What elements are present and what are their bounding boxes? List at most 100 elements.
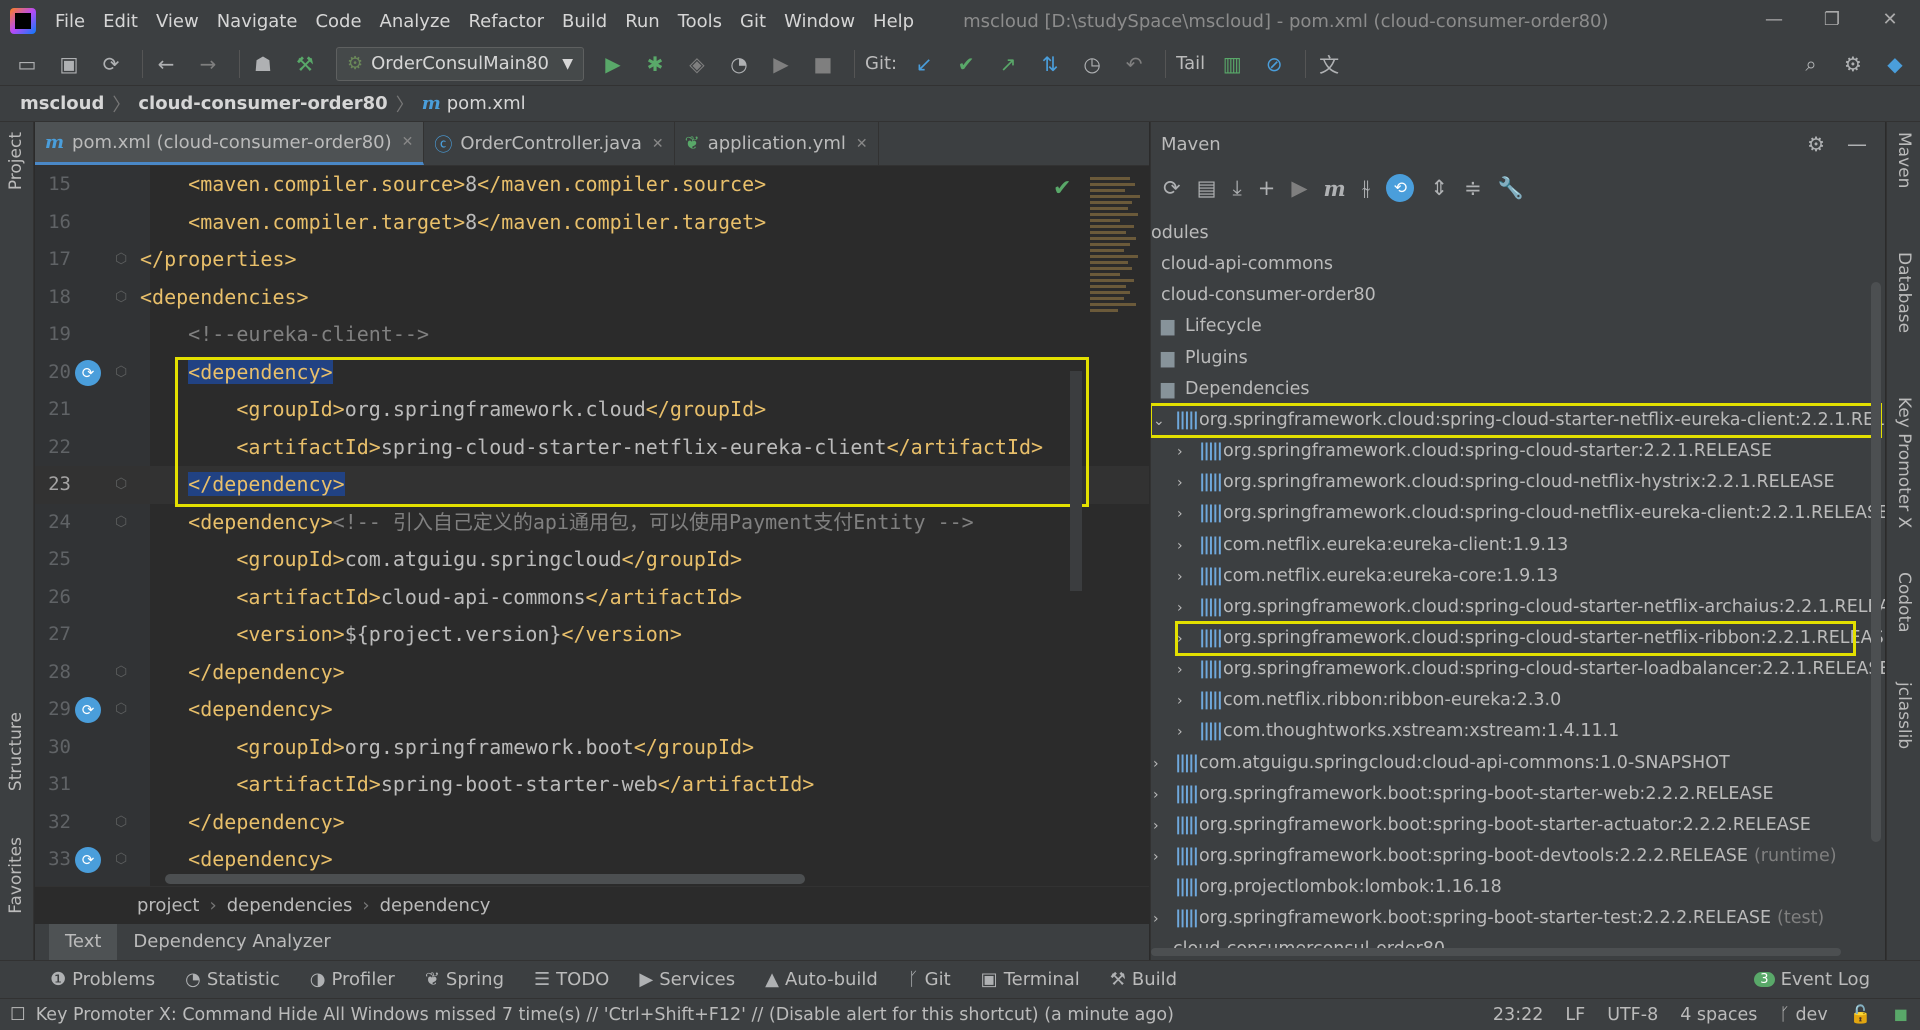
chevron-right-icon[interactable]: › xyxy=(1177,686,1199,717)
execute-goal-icon[interactable]: m xyxy=(1324,176,1346,201)
git-fetch-icon[interactable]: ⇅ xyxy=(1033,47,1067,81)
codota-status-icon[interactable]: ◼ xyxy=(1893,1005,1908,1025)
breadcrumb-file[interactable]: pom.xml xyxy=(447,93,526,114)
offline-mode-icon[interactable]: ⟲ xyxy=(1386,174,1415,202)
auto-build-tool-button[interactable]: ▲ Auto-build xyxy=(765,969,878,990)
minimize-button[interactable]: — xyxy=(1745,0,1803,40)
maven-tree-item[interactable]: › ||||| org.springframework.cloud:spring-c… xyxy=(1177,436,1772,467)
caret-position[interactable]: 23:22 xyxy=(1493,1005,1543,1025)
maven-tree-item[interactable]: › ||||| com.netflix.eureka:eureka-core:1.9… xyxy=(1177,561,1558,592)
account-icon[interactable]: ☗ xyxy=(246,47,280,81)
maven-dependency-gutter-icon[interactable]: ⟳ xyxy=(75,359,101,386)
profiler-tool-button[interactable]: ◑ Profiler xyxy=(310,969,395,990)
maven-tree-item[interactable]: › ||||| org.springframework.boot:spring-bo… xyxy=(1153,779,1774,810)
maven-tree-item[interactable]: › ||||| org.springframework.cloud:spring-c… xyxy=(1177,467,1835,498)
maven-tree-item[interactable]: › ||||| org.springframework.cloud:spring-c… xyxy=(1177,592,1885,623)
tab-pom-xml[interactable]: m pom.xml (cloud-consumer-order80) ✕ xyxy=(35,122,425,165)
history-icon[interactable]: ◷ xyxy=(1075,47,1109,81)
status-panel-toggle-icon[interactable]: ☐ xyxy=(10,1005,26,1025)
rollback-icon[interactable]: ↶ xyxy=(1117,47,1151,81)
chevron-right-icon[interactable]: › xyxy=(1177,499,1199,530)
line-number[interactable]: 17 xyxy=(35,241,71,279)
reload-icon[interactable]: ⟳ xyxy=(1163,176,1181,200)
codota-tool-tab[interactable]: Codota xyxy=(1894,572,1914,633)
build-tool-button[interactable]: ⚒ Build xyxy=(1110,969,1177,990)
status-message[interactable]: Key Promoter X: Command Hide All Windows… xyxy=(36,1005,1174,1025)
line-number[interactable]: 26 xyxy=(35,579,71,617)
fold-marker-icon[interactable]: ⬡ xyxy=(115,654,127,692)
git-tool-button[interactable]: ᚴ Git xyxy=(908,969,951,990)
fold-marker-icon[interactable]: ⬡ xyxy=(115,241,127,279)
fold-marker-icon[interactable]: ⬡ xyxy=(115,279,127,317)
maximize-button[interactable]: ❐ xyxy=(1803,0,1861,40)
code-line[interactable]: 30 <groupId>org.springframework.boot</gr… xyxy=(35,729,1149,767)
fold-marker-icon[interactable]: ⬡ xyxy=(115,466,127,504)
line-number[interactable]: 24 xyxy=(35,504,71,542)
line-number[interactable]: 23 xyxy=(35,466,71,504)
menu-edit[interactable]: Edit xyxy=(94,11,147,32)
run-configuration-select[interactable]: ⚙ OrderConsulMain80 ▼ xyxy=(336,46,584,81)
statistic-chart-icon[interactable]: ▥ xyxy=(1215,47,1249,81)
tail-button[interactable]: Tail xyxy=(1176,53,1205,74)
expand-all-icon[interactable]: ⇕ xyxy=(1430,176,1448,200)
open-folder-icon[interactable]: ▭ xyxy=(10,47,44,81)
stop-icon[interactable]: ■ xyxy=(806,47,840,81)
menu-analyze[interactable]: Analyze xyxy=(371,11,460,32)
debug-icon[interactable]: ✱ xyxy=(638,47,672,81)
tab-dependency-analyzer[interactable]: Dependency Analyzer xyxy=(117,924,346,960)
line-number[interactable]: 33 xyxy=(35,841,71,879)
git-update-icon[interactable]: ↙ xyxy=(907,47,941,81)
fold-marker-icon[interactable]: ⬡ xyxy=(115,804,127,842)
code-line[interactable]: 18 ⬡ <dependencies> xyxy=(35,279,1149,317)
lock-icon[interactable]: 🔓 xyxy=(1850,1005,1872,1025)
crumb-project[interactable]: project xyxy=(137,895,199,916)
menu-code[interactable]: Code xyxy=(306,11,370,32)
file-encoding[interactable]: UTF-8 xyxy=(1607,1005,1658,1025)
wrench-icon[interactable]: 🔧 xyxy=(1498,176,1524,201)
code-line[interactable]: 31 <artifactId>spring-boot-starter-web</… xyxy=(35,766,1149,804)
run-disabled-icon[interactable]: ▶ xyxy=(764,47,798,81)
event-log-button[interactable]: 3 Event Log xyxy=(1754,969,1870,990)
chevron-right-icon[interactable]: › xyxy=(1177,562,1199,593)
fold-marker-icon[interactable]: ⬡ xyxy=(115,691,127,729)
maven-dependency-gutter-icon[interactable]: ⟳ xyxy=(75,847,101,873)
maven-tree-item[interactable]: odules xyxy=(1151,218,1209,249)
code-line[interactable]: 24 ⬡ <dependency><!-- 引入自己定义的api通用包，可以使用P… xyxy=(35,504,1149,542)
line-number[interactable]: 31 xyxy=(35,766,71,804)
maven-tree-item[interactable]: › ||||| org.springframework.cloud:spring-c… xyxy=(1177,498,1885,529)
profile-icon[interactable]: ◔ xyxy=(722,47,756,81)
line-number[interactable]: 29 xyxy=(35,691,71,729)
line-number[interactable]: 25 xyxy=(35,541,71,579)
code-editor[interactable]: 15 <maven.compiler.source>8</maven.compi… xyxy=(35,166,1149,886)
maven-tree-item[interactable]: ||||| org.projectlombok:lombok:1.16.18 xyxy=(1153,872,1502,903)
coverage-icon[interactable]: ◈ xyxy=(680,47,714,81)
maven-tool-tab[interactable]: Maven xyxy=(1894,132,1914,188)
maven-dependency-gutter-icon[interactable]: ⟳ xyxy=(75,697,101,723)
forward-icon[interactable]: → xyxy=(191,47,225,81)
line-number[interactable]: 18 xyxy=(35,279,71,317)
fold-marker-icon[interactable]: ⬡ xyxy=(115,354,127,392)
maven-tree-item[interactable]: ▆ Dependencies xyxy=(1161,374,1310,405)
back-icon[interactable]: ← xyxy=(149,47,183,81)
close-icon[interactable]: ✕ xyxy=(402,134,414,150)
line-number[interactable]: 28 xyxy=(35,654,71,692)
menu-view[interactable]: View xyxy=(147,11,208,32)
search-icon[interactable]: ⌕ xyxy=(1794,47,1828,81)
crumb-dependencies[interactable]: dependencies xyxy=(227,895,353,916)
maven-tree-item[interactable]: ▆ Plugins xyxy=(1161,343,1248,374)
code-line[interactable]: 26 <artifactId>cloud-api-commons</artifa… xyxy=(35,579,1149,617)
menu-build[interactable]: Build xyxy=(553,11,616,32)
crumb-dependency[interactable]: dependency xyxy=(380,895,491,916)
git-branch-widget[interactable]: ᚴ dev xyxy=(1779,1005,1827,1025)
favorites-tool-tab[interactable]: Favorites xyxy=(6,837,26,914)
maven-vertical-scrollbar[interactable] xyxy=(1871,282,1881,842)
maven-tree-item[interactable]: › ||||| org.springframework.boot:spring-bo… xyxy=(1153,903,1824,934)
spring-tool-button[interactable]: ❦ Spring xyxy=(425,969,504,990)
menu-help[interactable]: Help xyxy=(864,11,923,32)
maven-tree-item[interactable]: › ||||| com.atguigu.springcloud:cloud-api-… xyxy=(1153,748,1730,779)
chevron-right-icon[interactable]: › xyxy=(1177,531,1199,562)
maven-horizontal-scrollbar[interactable] xyxy=(1151,948,1841,956)
code-line[interactable]: 19 <!--eureka-client--> xyxy=(35,316,1149,354)
menu-file[interactable]: File xyxy=(46,11,94,32)
maven-tree-item[interactable]: › ||||| org.springframework.boot:spring-bo… xyxy=(1153,810,1811,841)
